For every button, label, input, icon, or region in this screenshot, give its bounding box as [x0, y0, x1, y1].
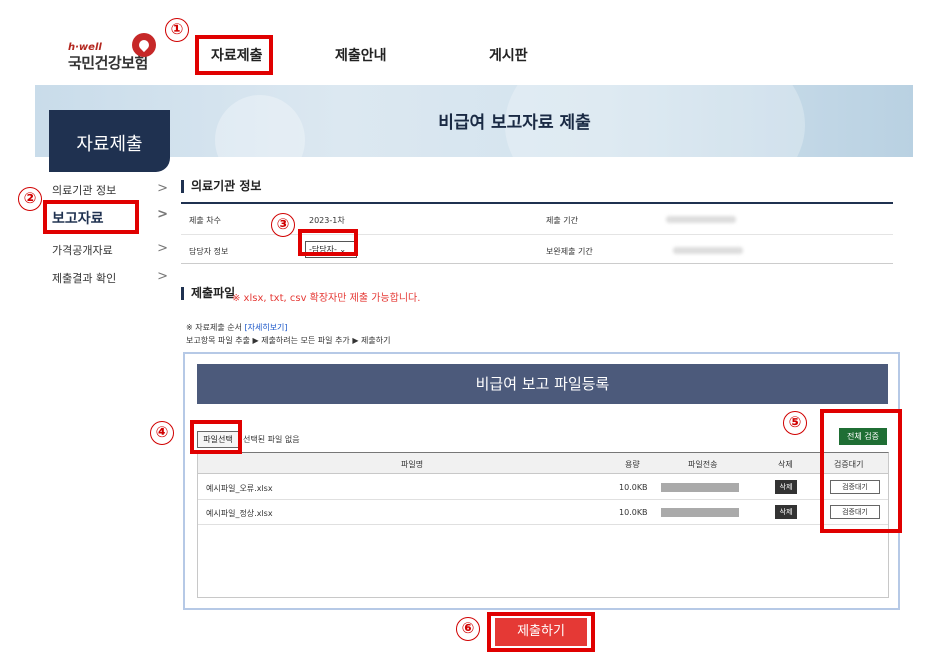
annotation-box-5 — [820, 409, 902, 533]
step-marker-3: ③ — [271, 213, 295, 237]
section-title-submit-file: 제출파일 — [181, 287, 235, 300]
step-marker-5: ⑤ — [783, 411, 807, 435]
sidebar-item-result-check[interactable]: 제출결과 확인 > — [52, 269, 170, 286]
heart-logo-icon — [132, 33, 156, 57]
submit-order-line: ※ 자료제출 순서 [자세히보기] — [186, 322, 288, 333]
sidebar-item-label: 제출결과 확인 — [52, 272, 117, 285]
file-extension-note: ※ xlsx, txt, csv 확장자만 제출 가능합니다. — [232, 293, 421, 304]
nav-submit-guide[interactable]: 제출안내 — [335, 45, 387, 65]
step-marker-6: ⑥ — [456, 617, 480, 641]
annotation-box-3 — [298, 229, 358, 256]
annotation-box-4 — [190, 420, 242, 454]
label-manager-info: 담당자 정보 — [189, 247, 229, 256]
redacted-value — [673, 247, 743, 254]
chevron-right-icon: > — [157, 269, 168, 284]
file-table: 파일명 용량 파일전송 삭제 검증대기 예시파일_오류.xlsx 10.0KB … — [197, 452, 889, 598]
step-marker-2: ② — [18, 187, 42, 211]
table-row: 예시파일_오류.xlsx 10.0KB 삭제 검증대기 — [198, 475, 888, 500]
step-marker-1: ① — [165, 18, 189, 42]
sidebar-item-label: 가격공개자료 — [52, 244, 113, 257]
sidebar-title: 자료제출 — [49, 110, 170, 172]
detail-link[interactable]: [자세히보기] — [245, 323, 288, 332]
chevron-right-icon: > — [157, 181, 168, 196]
panel-title: 비급여 보고 파일등록 — [197, 364, 888, 404]
table-header: 파일명 용량 파일전송 삭제 검증대기 — [198, 453, 888, 474]
section-title-institution: 의료기관 정보 — [181, 180, 261, 193]
col-file-name: 파일명 — [401, 460, 424, 469]
col-transfer: 파일전송 — [688, 460, 718, 469]
file-register-panel: 비급여 보고 파일등록 파일선택 선택된 파일 없음 전체 검증 파일명 용량 … — [183, 352, 900, 610]
annotation-box-2 — [43, 200, 139, 234]
col-size: 용량 — [625, 460, 640, 469]
sidebar-item-label: 의료기관 정보 — [52, 184, 117, 197]
annotation-box-1 — [195, 35, 273, 75]
step-marker-4: ④ — [150, 421, 174, 445]
file-name: 예시파일_오류.xlsx — [206, 484, 273, 493]
chevron-right-icon: > — [157, 207, 168, 222]
redacted-value — [666, 216, 736, 223]
no-file-text: 선택된 파일 없음 — [243, 435, 300, 444]
logo-text[interactable]: 국민건강보험 — [68, 52, 148, 73]
chevron-right-icon: > — [157, 241, 168, 256]
file-size: 10.0KB — [619, 483, 648, 492]
label-submit-round: 제출 차수 — [189, 216, 221, 225]
sidebar-item-institution-info[interactable]: 의료기관 정보 > — [52, 181, 170, 198]
transfer-progress-bar — [661, 483, 739, 492]
annotation-box-6 — [487, 612, 595, 652]
file-size: 10.0KB — [619, 508, 648, 517]
submit-order-prefix: ※ 자료제출 순서 — [186, 323, 245, 332]
table-row: 담당자 정보 -담당자- ⌄ 보완제출 기간 — [181, 234, 893, 264]
submit-order-steps: 보고항목 파일 추출 ▶ 제출하려는 모든 파일 추가 ▶ 제출하기 — [186, 336, 391, 345]
value-submit-round: 2023-1차 — [309, 216, 345, 225]
delete-button[interactable]: 삭제 — [775, 505, 797, 519]
file-name: 예시파일_정상.xlsx — [206, 509, 273, 518]
nav-board[interactable]: 게시판 — [489, 45, 528, 65]
table-row: 예시파일_정상.xlsx 10.0KB 삭제 검증대기 — [198, 500, 888, 525]
sidebar-item-price-disclosure[interactable]: 가격공개자료 > — [52, 241, 170, 258]
label-submit-period: 제출 기간 — [546, 216, 578, 225]
col-delete: 삭제 — [778, 460, 793, 469]
label-supplement-period: 보완제출 기간 — [546, 247, 593, 256]
delete-button[interactable]: 삭제 — [775, 480, 797, 494]
transfer-progress-bar — [661, 508, 739, 517]
